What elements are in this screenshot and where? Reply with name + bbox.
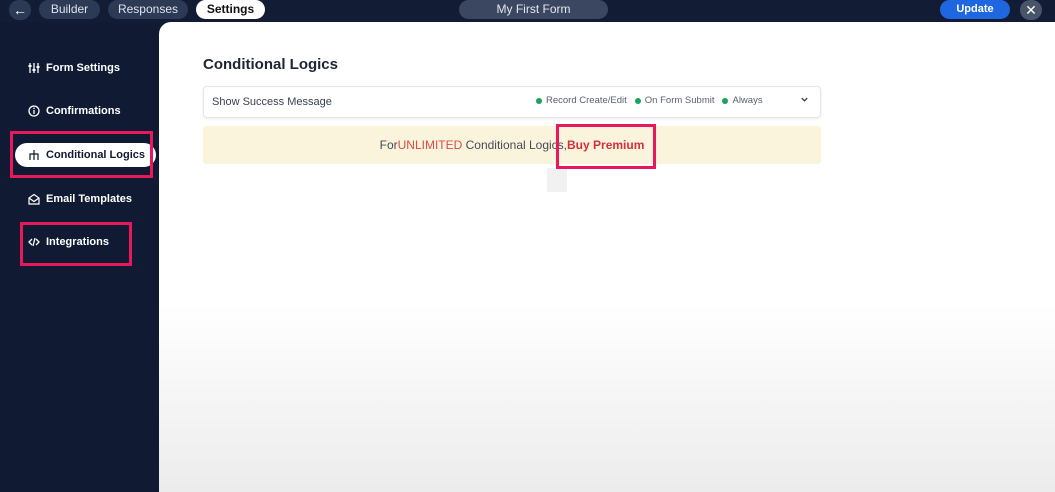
status-dot-icon: [722, 97, 729, 104]
branch-icon: [28, 149, 40, 161]
sidebar-item-conditional-logics[interactable]: Conditional Logics: [15, 143, 156, 167]
info-circle-icon: [28, 105, 40, 117]
sliders-icon: [28, 62, 40, 74]
sidebar-item-label: Email Templates: [46, 193, 132, 205]
back-button[interactable]: ←: [9, 0, 31, 20]
status-dot-icon: [634, 97, 641, 104]
buy-premium-link[interactable]: Buy Premium: [567, 138, 644, 152]
top-bar: ← Builder Responses Settings My First Fo…: [0, 0, 1055, 22]
sidebar-item-email-templates[interactable]: Email Templates: [28, 189, 132, 209]
trigger-tags: Record Create/Edit On Form Submit Always: [536, 95, 763, 106]
chevron-down-icon[interactable]: [800, 95, 809, 107]
banner-middle: Conditional Logics,: [462, 138, 568, 152]
premium-banner: ForUNLIMITED Conditional Logics,Buy Prem…: [203, 126, 821, 164]
sidebar-item-form-settings[interactable]: Form Settings: [28, 58, 120, 78]
close-icon: ✕: [1025, 2, 1037, 18]
sidebar: Form Settings Confirmations Conditional …: [0, 22, 159, 492]
tab-settings[interactable]: Settings: [196, 0, 265, 19]
page-title: Conditional Logics: [203, 56, 338, 73]
tab-builder[interactable]: Builder: [39, 0, 100, 19]
status-dot-icon: [536, 97, 542, 104]
main-panel: Conditional Logics Show Success Message …: [159, 22, 1055, 492]
banner-highlight: UNLIMITED: [397, 138, 463, 152]
tag-always: Always: [722, 95, 763, 106]
tag-on-form-submit: On Form Submit: [634, 95, 714, 106]
sidebar-item-label: Conditional Logics: [46, 149, 145, 161]
sidebar-item-label: Confirmations: [46, 105, 121, 117]
select-label: Show Success Message: [212, 96, 332, 108]
arrow-left-icon: ←: [13, 2, 27, 18]
sidebar-item-integrations[interactable]: Integrations: [28, 232, 109, 252]
tag-record-create-edit: Record Create/Edit: [536, 95, 627, 106]
tab-responses[interactable]: Responses: [108, 0, 188, 19]
sidebar-item-label: Form Settings: [46, 62, 120, 74]
condition-select[interactable]: Show Success Message Record Create/Edit …: [203, 86, 821, 118]
sidebar-item-label: Integrations: [46, 236, 109, 248]
close-button[interactable]: ✕: [1020, 0, 1042, 20]
form-title[interactable]: My First Form: [459, 0, 608, 19]
envelope-icon: [28, 193, 40, 205]
sidebar-item-confirmations[interactable]: Confirmations: [28, 101, 121, 121]
banner-prefix: For: [379, 138, 398, 152]
code-icon: [28, 236, 40, 248]
placeholder-block: [547, 168, 567, 192]
update-button[interactable]: Update: [940, 0, 1010, 19]
